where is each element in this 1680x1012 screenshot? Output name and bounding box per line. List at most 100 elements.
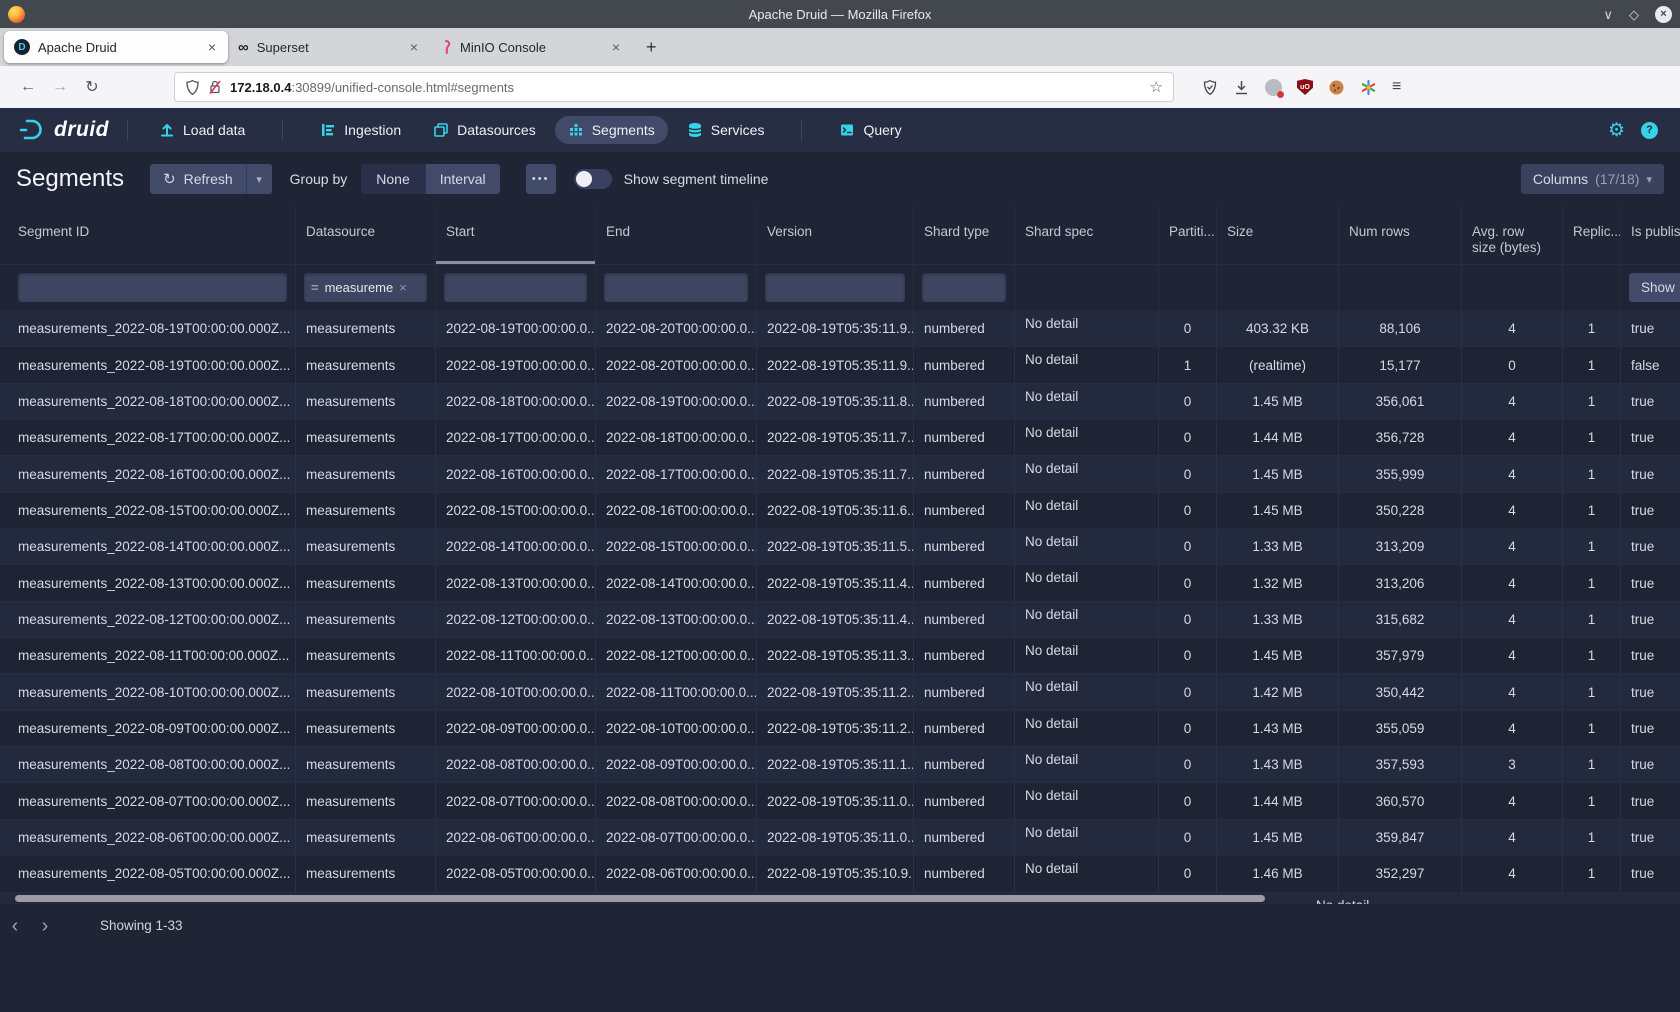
cell[interactable]: measurements (296, 311, 436, 346)
cell[interactable]: numbered (914, 638, 1015, 673)
cell[interactable]: 1 (1563, 529, 1621, 564)
cell[interactable]: true (1621, 529, 1680, 564)
cell[interactable]: 2022-08-19T00:00:00.0... (596, 384, 757, 419)
cell[interactable]: 360,570 (1339, 783, 1462, 818)
cell[interactable]: 4 (1462, 384, 1563, 419)
cell[interactable]: 350,228 (1339, 493, 1462, 528)
nav-item-query[interactable]: Query (826, 116, 914, 144)
shard-type-filter-input[interactable] (922, 273, 1006, 302)
cell[interactable]: 2022-08-16T00:00:00.0... (596, 493, 757, 528)
cookie-icon[interactable] (1328, 79, 1345, 96)
cell[interactable]: 2022-08-11T00:00:00.0... (436, 638, 596, 673)
cell[interactable]: 1.46 MB (1217, 856, 1339, 891)
cell[interactable]: measurements_2022-08-18T00:00:00.000Z... (0, 384, 296, 419)
shield-icon[interactable] (185, 79, 200, 96)
cell[interactable]: 2022-08-19T00:00:00.0... (436, 347, 596, 382)
cell[interactable]: 2022-08-19T05:35:11.6... (757, 493, 914, 528)
cell[interactable]: 0 (1159, 638, 1217, 673)
cell[interactable]: 4 (1462, 529, 1563, 564)
cell[interactable]: 2022-08-20T00:00:00.0... (596, 347, 757, 382)
cell[interactable]: 4 (1462, 311, 1563, 346)
cell[interactable]: numbered (914, 529, 1015, 564)
reload-icon[interactable]: ↻ (76, 77, 108, 97)
remove-filter-icon[interactable]: × (399, 280, 407, 295)
cell[interactable]: 2022-08-05T00:00:00.0... (436, 856, 596, 891)
cell[interactable]: 356,728 (1339, 420, 1462, 455)
column-header-replicas[interactable]: Replic... (1563, 206, 1621, 264)
cell[interactable]: 1 (1563, 783, 1621, 818)
close-icon[interactable]: × (1655, 6, 1672, 23)
cell[interactable]: 2022-08-11T00:00:00.0... (596, 674, 757, 709)
cell[interactable]: 2022-08-19T05:35:11.0... (757, 820, 914, 855)
cell[interactable]: 2022-08-09T00:00:00.0... (596, 747, 757, 782)
cell[interactable]: 1 (1563, 711, 1621, 746)
cell[interactable]: 1 (1563, 456, 1621, 491)
cell[interactable]: 2022-08-19T05:35:11.7... (757, 456, 914, 491)
cell[interactable]: 2022-08-17T00:00:00.0... (596, 456, 757, 491)
cell[interactable]: numbered (914, 711, 1015, 746)
cell[interactable]: measurements_2022-08-19T00:00:00.000Z... (0, 347, 296, 382)
cell[interactable]: 2022-08-15T00:00:00.0... (436, 493, 596, 528)
cell[interactable]: 2022-08-19T05:35:11.1... (757, 747, 914, 782)
cell[interactable]: 4 (1462, 711, 1563, 746)
cell[interactable]: No detail (1015, 711, 1159, 746)
cell[interactable]: 1.42 MB (1217, 674, 1339, 709)
cell[interactable]: 0 (1159, 674, 1217, 709)
column-header-size[interactable]: Size (1217, 206, 1339, 264)
cell[interactable]: numbered (914, 311, 1015, 346)
minimize-icon[interactable]: ∨ (1603, 8, 1613, 21)
refresh-dropdown-button[interactable]: ▾ (246, 164, 272, 194)
cell[interactable]: 355,059 (1339, 711, 1462, 746)
cell[interactable]: numbered (914, 747, 1015, 782)
cell[interactable]: 2022-08-12T00:00:00.0... (596, 638, 757, 673)
cell[interactable]: 2022-08-10T00:00:00.0... (596, 711, 757, 746)
cell[interactable]: 2022-08-16T00:00:00.0... (436, 456, 596, 491)
column-header-version[interactable]: Version (757, 206, 914, 264)
cell[interactable]: 2022-08-06T00:00:00.0... (596, 856, 757, 891)
column-header-is-published[interactable]: Is published (1621, 206, 1680, 264)
cell[interactable]: 2022-08-08T00:00:00.0... (436, 747, 596, 782)
cell[interactable]: 2022-08-09T00:00:00.0... (436, 711, 596, 746)
cell[interactable]: measurements (296, 493, 436, 528)
cell[interactable]: measurements (296, 638, 436, 673)
datasource-filter-input[interactable]: = measureme × (304, 273, 427, 302)
refresh-button[interactable]: ↻ Refresh (150, 164, 246, 194)
cell[interactable]: 315,682 (1339, 602, 1462, 637)
cell[interactable]: true (1621, 384, 1680, 419)
cell[interactable]: measurements_2022-08-15T00:00:00.000Z... (0, 493, 296, 528)
segment-id-filter-input[interactable] (18, 273, 287, 302)
cell[interactable]: 1.43 MB (1217, 711, 1339, 746)
cell[interactable]: 2022-08-14T00:00:00.0... (596, 565, 757, 600)
menu-icon[interactable]: ≡ (1392, 78, 1401, 96)
cell[interactable]: measurements_2022-08-07T00:00:00.000Z... (0, 783, 296, 818)
tab-superset[interactable]: ∞ Superset × (228, 31, 430, 63)
extension-icon[interactable] (1265, 79, 1282, 96)
cell[interactable]: measurements_2022-08-19T00:00:00.000Z... (0, 311, 296, 346)
cell[interactable]: 2022-08-19T05:35:10.9... (757, 856, 914, 891)
cell[interactable]: 2022-08-19T05:35:11.4... (757, 602, 914, 637)
url-bar[interactable]: 172.18.0.4:30899/unified-console.html#se… (174, 72, 1174, 102)
cell[interactable]: 403.32 KB (1217, 311, 1339, 346)
tab-close-icon[interactable]: × (206, 39, 218, 55)
cell[interactable]: (realtime) (1217, 347, 1339, 382)
cell[interactable]: 2022-08-19T00:00:00.0... (436, 311, 596, 346)
cell[interactable]: 1 (1563, 856, 1621, 891)
cell[interactable]: 1.43 MB (1217, 747, 1339, 782)
cell[interactable]: 356,061 (1339, 384, 1462, 419)
nav-item-datasources[interactable]: Datasources (420, 116, 549, 144)
column-header-avg-row-size[interactable]: Avg. row size (bytes) (1462, 206, 1563, 264)
cell[interactable]: 4 (1462, 820, 1563, 855)
cell[interactable]: No detail (1015, 747, 1159, 782)
cell[interactable]: 2022-08-07T00:00:00.0... (596, 820, 757, 855)
cell[interactable]: 313,206 (1339, 565, 1462, 600)
cell[interactable]: true (1621, 565, 1680, 600)
cell[interactable]: measurements_2022-08-14T00:00:00.000Z... (0, 529, 296, 564)
cell[interactable]: 0 (1159, 856, 1217, 891)
cell[interactable]: measurements (296, 565, 436, 600)
cell[interactable]: measurements_2022-08-12T00:00:00.000Z... (0, 602, 296, 637)
nav-item-services[interactable]: Services (674, 116, 778, 144)
cell[interactable]: measurements_2022-08-11T00:00:00.000Z... (0, 638, 296, 673)
druid-logo[interactable]: druid (18, 118, 109, 142)
more-options-button[interactable]: ••• (526, 164, 556, 194)
cell[interactable]: 2022-08-19T05:35:11.0... (757, 783, 914, 818)
